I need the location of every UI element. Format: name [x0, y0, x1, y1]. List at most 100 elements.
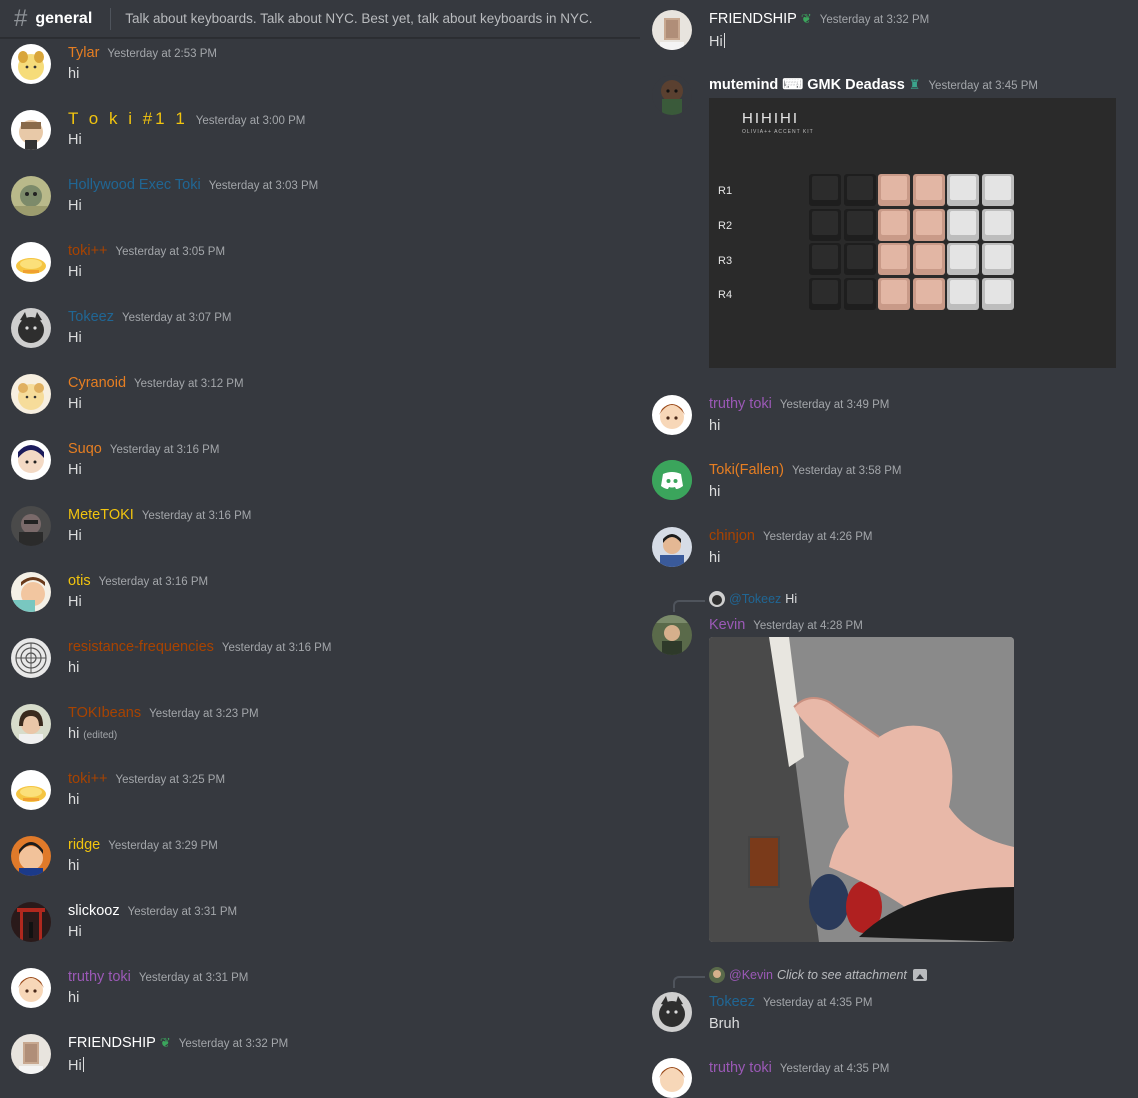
photo-attachment[interactable]: [709, 637, 1014, 942]
username[interactable]: resistance-frequencies: [68, 639, 214, 655]
text-cursor: [82, 1057, 84, 1072]
user-avatar[interactable]: [652, 615, 692, 655]
timestamp[interactable]: Yesterday at 3:49 PM: [780, 399, 890, 411]
timestamp[interactable]: Yesterday at 3:16 PM: [99, 576, 209, 588]
username[interactable]: truthy toki: [709, 396, 772, 412]
username[interactable]: FRIENDSHIP: [709, 11, 797, 27]
user-avatar[interactable]: [652, 10, 692, 50]
user-avatar[interactable]: [652, 1058, 692, 1098]
timestamp[interactable]: Yesterday at 4:28 PM: [753, 620, 863, 632]
user-avatar[interactable]: [652, 527, 692, 567]
keycap: [878, 243, 910, 275]
username[interactable]: TOKIbeans: [68, 705, 141, 721]
reply-text[interactable]: Click to see attachment: [777, 968, 907, 982]
username[interactable]: FRIENDSHIP: [68, 1035, 156, 1051]
user-avatar[interactable]: [652, 992, 692, 1032]
username[interactable]: truthy toki: [709, 1060, 772, 1076]
user-avatar[interactable]: [11, 968, 51, 1008]
keycap: [843, 243, 876, 275]
user-avatar[interactable]: [11, 704, 51, 744]
username[interactable]: MeteTOKI: [68, 507, 134, 523]
username[interactable]: Tokeez: [709, 994, 755, 1010]
timestamp[interactable]: Yesterday at 3:31 PM: [139, 972, 249, 984]
timestamp[interactable]: Yesterday at 3:58 PM: [792, 465, 902, 477]
username[interactable]: slickooz: [68, 903, 120, 919]
user-avatar[interactable]: [11, 836, 51, 876]
timestamp[interactable]: Yesterday at 3:32 PM: [179, 1038, 289, 1050]
reply-mention[interactable]: @Tokeez: [729, 592, 781, 606]
reply-preview[interactable]: @Kevin Click to see attachment: [709, 967, 927, 983]
timestamp[interactable]: Yesterday at 3:03 PM: [209, 180, 319, 192]
user-avatar[interactable]: [11, 638, 51, 678]
keycap: [981, 277, 1014, 310]
username[interactable]: chinjon: [709, 528, 755, 544]
keycap: [843, 174, 876, 206]
user-avatar[interactable]: [11, 440, 51, 480]
username[interactable]: toki++: [68, 771, 108, 787]
user-avatar[interactable]: [11, 110, 51, 150]
message-text: Hi: [68, 1057, 84, 1074]
user-avatar[interactable]: [11, 1034, 51, 1074]
user-avatar[interactable]: [652, 75, 692, 115]
user-avatar[interactable]: [11, 308, 51, 348]
text-cursor: [723, 33, 725, 48]
timestamp[interactable]: Yesterday at 3:32 PM: [820, 14, 930, 26]
keycap: [809, 208, 841, 241]
user-avatar[interactable]: [652, 395, 692, 435]
user-avatar[interactable]: [11, 242, 51, 282]
keycap: [843, 208, 876, 241]
message-text: hi: [68, 792, 80, 808]
timestamp[interactable]: Yesterday at 3:00 PM: [196, 115, 306, 127]
message-text: Bruh: [709, 1016, 740, 1032]
username[interactable]: otis: [68, 573, 91, 589]
timestamp[interactable]: Yesterday at 3:16 PM: [110, 444, 220, 456]
row-label: R3: [718, 255, 733, 267]
user-avatar[interactable]: [11, 374, 51, 414]
timestamp[interactable]: Yesterday at 3:31 PM: [128, 906, 238, 918]
username[interactable]: T o k i #1 1: [68, 109, 188, 129]
keyboard-kit-subtitle: OLIVIA++ ACCENT KIT: [742, 129, 814, 135]
channel-name[interactable]: general: [35, 10, 92, 28]
channel-topic[interactable]: Talk about keyboards. Talk about NYC. Be…: [125, 11, 592, 26]
username[interactable]: ridge: [68, 837, 100, 853]
timestamp[interactable]: Yesterday at 3:29 PM: [108, 840, 218, 852]
timestamp[interactable]: Yesterday at 3:12 PM: [134, 378, 244, 390]
keyboard-image-attachment[interactable]: HIHIHI OLIVIA++ ACCENT KIT R1 R2 R3 R4: [709, 98, 1116, 368]
timestamp[interactable]: Yesterday at 3:07 PM: [122, 312, 232, 324]
channel-header: # general Talk about keyboards. Talk abo…: [0, 0, 640, 38]
user-avatar[interactable]: [11, 506, 51, 546]
username[interactable]: truthy toki: [68, 969, 131, 985]
keyboard-kit-title: HIHIHI: [742, 110, 799, 127]
reply-preview[interactable]: @Tokeez Hi: [709, 591, 797, 607]
timestamp[interactable]: Yesterday at 3:23 PM: [149, 708, 259, 720]
timestamp[interactable]: Yesterday at 3:16 PM: [222, 642, 332, 654]
timestamp[interactable]: Yesterday at 4:35 PM: [780, 1063, 890, 1075]
timestamp[interactable]: Yesterday at 3:16 PM: [142, 510, 252, 522]
timestamp[interactable]: Yesterday at 3:25 PM: [116, 774, 226, 786]
username[interactable]: Tylar: [68, 45, 99, 61]
reply-mention[interactable]: @Kevin: [729, 968, 773, 982]
reply-connector: [673, 600, 705, 612]
row-label: R4: [718, 289, 733, 301]
user-avatar[interactable]: [11, 902, 51, 942]
timestamp[interactable]: Yesterday at 2:53 PM: [107, 48, 217, 60]
timestamp[interactable]: Yesterday at 3:05 PM: [116, 246, 226, 258]
username[interactable]: Cyranoid: [68, 375, 126, 391]
user-avatar[interactable]: [11, 44, 51, 84]
message-text: hi: [68, 66, 80, 82]
username[interactable]: toki++: [68, 243, 108, 259]
timestamp[interactable]: Yesterday at 4:35 PM: [763, 997, 873, 1009]
user-avatar[interactable]: [11, 770, 51, 810]
username[interactable]: Kevin: [709, 617, 745, 633]
username[interactable]: mutemind ⌨ GMK Deadass: [709, 77, 905, 93]
timestamp[interactable]: Yesterday at 4:26 PM: [763, 531, 873, 543]
username[interactable]: Hollywood Exec Toki: [68, 177, 201, 193]
username[interactable]: Tokeez: [68, 309, 114, 325]
message-text: hi: [709, 418, 721, 434]
user-avatar[interactable]: [11, 572, 51, 612]
user-avatar[interactable]: [11, 176, 51, 216]
user-avatar[interactable]: [652, 460, 692, 500]
timestamp[interactable]: Yesterday at 3:45 PM: [928, 80, 1038, 92]
username[interactable]: Toki(Fallen): [709, 462, 784, 478]
username[interactable]: Suqo: [68, 441, 102, 457]
